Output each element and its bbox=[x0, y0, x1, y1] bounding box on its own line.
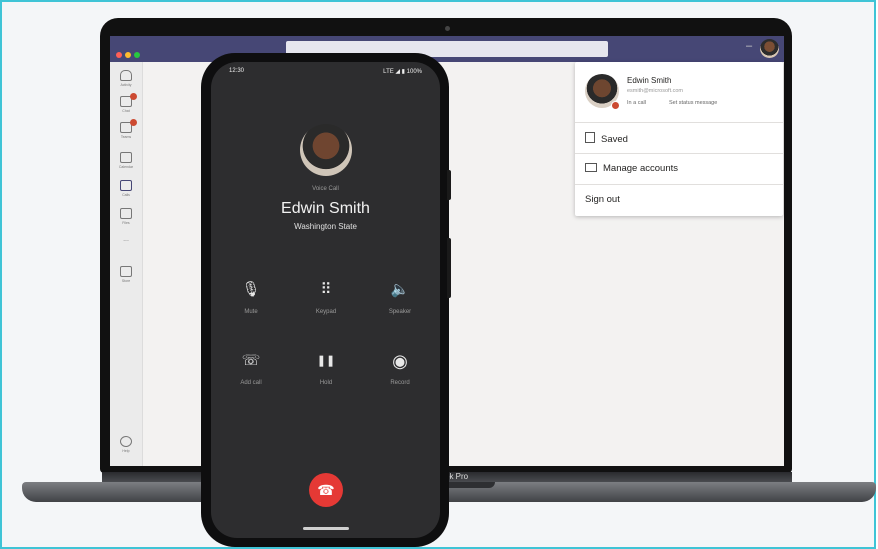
divider bbox=[575, 184, 783, 185]
control-label: Hold bbox=[319, 380, 333, 386]
accounts-icon bbox=[585, 163, 597, 172]
rail-item-calls[interactable]: Calls bbox=[110, 180, 142, 197]
file-icon bbox=[120, 208, 132, 219]
close-window-button[interactable] bbox=[116, 52, 122, 58]
rail-item-help[interactable]: Help bbox=[110, 436, 142, 453]
mute-button[interactable]: 🎙 Mute bbox=[216, 281, 286, 315]
rail-label: Files bbox=[122, 221, 130, 225]
rail-item-chat[interactable]: Chat bbox=[110, 93, 142, 113]
app-rail: Activity Chat Teams Calendar Calls Files… bbox=[110, 62, 143, 466]
rail-label: Store bbox=[121, 279, 131, 283]
status-selector[interactable]: In a call bbox=[627, 100, 646, 106]
profile-menu: Edwin Smith esmith@microsoft.com In a ca… bbox=[575, 62, 783, 216]
record-button[interactable]: ◉ Record bbox=[365, 352, 435, 386]
profile-email: esmith@microsoft.com bbox=[627, 88, 684, 94]
phone-volume-button bbox=[447, 238, 451, 298]
maximize-window-button[interactable] bbox=[134, 52, 140, 58]
more-options-icon[interactable]: – bbox=[746, 40, 752, 52]
control-label: Add call bbox=[240, 380, 262, 386]
keypad-icon: ⠿ bbox=[320, 281, 332, 298]
rail-label: Teams bbox=[120, 135, 132, 139]
control-label: Keypad bbox=[315, 309, 337, 315]
menu-item-sign-out[interactable]: Sign out bbox=[585, 194, 620, 205]
control-label: Speaker bbox=[388, 309, 412, 315]
status-bar-icons: LTE ◢ ▮ 100% bbox=[383, 69, 422, 75]
busy-status-icon bbox=[611, 101, 620, 110]
notification-badge bbox=[130, 119, 137, 126]
rail-item-calendar[interactable]: Calendar bbox=[110, 152, 142, 169]
bookmark-icon bbox=[585, 132, 595, 143]
rail-item-teams[interactable]: Teams bbox=[110, 119, 142, 139]
divider bbox=[575, 122, 783, 123]
hang-up-icon: ☎ bbox=[317, 482, 335, 498]
menu-item-label: Saved bbox=[601, 134, 628, 145]
profile-name: Edwin Smith bbox=[627, 76, 672, 85]
profile-avatar-button[interactable] bbox=[760, 39, 779, 58]
calendar-icon bbox=[120, 152, 132, 163]
rail-label: Help bbox=[122, 449, 130, 453]
minimize-window-button[interactable] bbox=[125, 52, 131, 58]
record-icon: ◉ bbox=[392, 351, 408, 371]
end-call-button[interactable]: ☎ bbox=[309, 473, 343, 507]
window-controls bbox=[116, 45, 143, 63]
set-status-message-link[interactable]: Set status message bbox=[669, 100, 717, 106]
rail-item-store[interactable]: Store bbox=[110, 266, 142, 283]
rail-label: Activity bbox=[120, 83, 132, 87]
divider bbox=[575, 153, 783, 154]
clock: 12:30 bbox=[229, 68, 245, 74]
bell-icon bbox=[120, 70, 132, 81]
phone-icon bbox=[120, 180, 132, 191]
laptop-camera bbox=[445, 26, 450, 31]
help-icon bbox=[120, 436, 132, 447]
caller-avatar bbox=[300, 124, 352, 176]
rail-item-files[interactable]: Files bbox=[110, 208, 142, 225]
menu-item-label: Manage accounts bbox=[603, 163, 678, 174]
speaker-button[interactable]: 🔈 Speaker bbox=[365, 281, 435, 315]
store-icon bbox=[120, 266, 132, 277]
caller-name: Edwin Smith bbox=[281, 200, 370, 217]
hold-icon: ❚❚ bbox=[316, 355, 336, 367]
caller-location: Washington State bbox=[294, 222, 357, 231]
keypad-button[interactable]: ⠿ Keypad bbox=[291, 281, 361, 315]
add-call-icon: ☏ bbox=[241, 352, 261, 369]
rail-item-more[interactable]: ... bbox=[110, 234, 142, 243]
notification-badge bbox=[130, 93, 137, 100]
home-indicator[interactable] bbox=[303, 527, 349, 530]
phone-side-button bbox=[447, 170, 451, 200]
control-label: Mute bbox=[244, 309, 258, 315]
rail-label: Calendar bbox=[118, 165, 134, 169]
speaker-icon: 🔈 bbox=[390, 281, 410, 298]
menu-item-manage-accounts[interactable]: Manage accounts bbox=[585, 163, 678, 174]
teams-titlebar: – bbox=[110, 36, 784, 62]
mute-icon: 🎙 bbox=[241, 281, 261, 298]
rail-item-activity[interactable]: Activity bbox=[110, 70, 142, 87]
control-label: Record bbox=[390, 380, 410, 386]
call-type-label: Voice Call bbox=[312, 186, 339, 192]
rail-label: Chat bbox=[122, 109, 130, 113]
rail-label: Calls bbox=[122, 193, 130, 197]
menu-item-label: Sign out bbox=[585, 194, 620, 205]
phone-screen: 12:30 LTE ◢ ▮ 100% Voice Call Edwin Smit… bbox=[211, 62, 440, 538]
menu-item-saved[interactable]: Saved bbox=[585, 132, 628, 145]
add-call-button[interactable]: ☏ Add call bbox=[216, 352, 286, 386]
more-icon: ... bbox=[123, 236, 129, 243]
hold-button[interactable]: ❚❚ Hold bbox=[291, 352, 361, 386]
